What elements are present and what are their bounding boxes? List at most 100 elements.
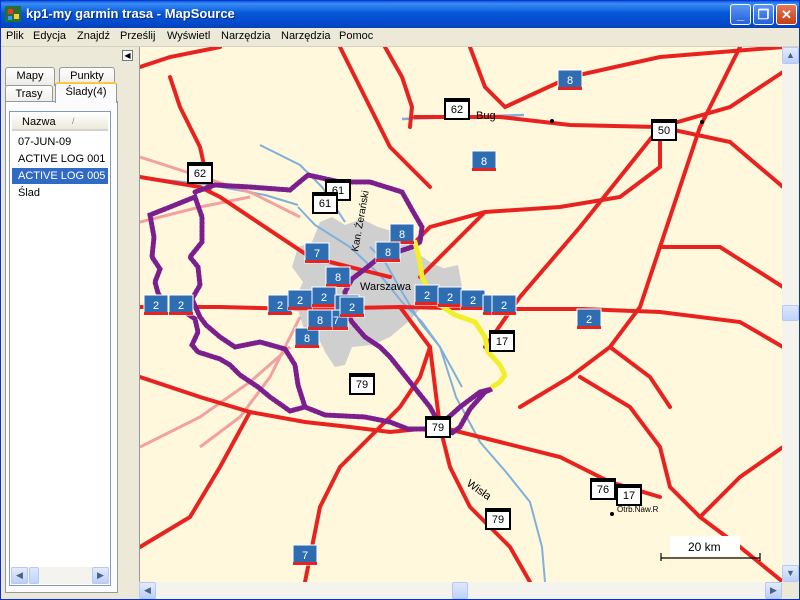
road-shield-s21: 8 bbox=[307, 309, 333, 331]
vertical-scroll-thumb[interactable] bbox=[782, 305, 799, 321]
road-shield-s23: 2 bbox=[460, 289, 486, 311]
road-shield-label: 79 bbox=[356, 379, 368, 391]
scroll-left-arrow-icon[interactable]: ◀ bbox=[11, 567, 28, 584]
mapsource-app-icon[interactable] bbox=[5, 6, 21, 22]
list-item[interactable]: ACTIVE LOG 001 bbox=[12, 151, 108, 167]
menu-znajdz[interactable]: Znajdź bbox=[77, 30, 110, 42]
scroll-down-arrow-icon[interactable]: ▼ bbox=[782, 565, 799, 582]
road-shield-label: 8 bbox=[481, 156, 487, 168]
road-shield-s2: 62 bbox=[444, 98, 470, 120]
menu-narzedzia-1[interactable]: Narzędzia bbox=[221, 30, 271, 42]
maximize-button[interactable]: ❐ bbox=[753, 4, 774, 25]
menu-wyswietl[interactable]: Wyświetl bbox=[167, 30, 210, 42]
road-shield-s29: 79 bbox=[349, 373, 375, 395]
road-shield-label: 2 bbox=[178, 300, 184, 312]
road-shield-label: 62 bbox=[194, 168, 206, 180]
road-shield-s3: 50 bbox=[651, 119, 677, 141]
road-shield-label: 8 bbox=[335, 272, 341, 284]
river-label-bug: Bug bbox=[476, 110, 496, 122]
road-shield-label: 2 bbox=[153, 300, 159, 312]
road-shield-s11: 8 bbox=[325, 266, 351, 288]
map-canvas[interactable]: 8625086261618788222222287822222217797976… bbox=[140, 47, 782, 582]
column-header-label: Nazwa bbox=[22, 116, 56, 128]
road-shield-s1: 8 bbox=[557, 69, 583, 91]
road-shield-label: 8 bbox=[317, 315, 323, 327]
road-shield-label: 2 bbox=[297, 295, 303, 307]
road-shield-label: 2 bbox=[349, 302, 355, 314]
road-shield-s32: 17 bbox=[616, 484, 642, 506]
road-shield-label: 8 bbox=[304, 333, 310, 345]
road-shield-label: 8 bbox=[567, 75, 573, 87]
scroll-up-arrow-icon[interactable]: ▲ bbox=[782, 47, 799, 64]
road-shield-s31: 76 bbox=[590, 478, 616, 500]
map-view[interactable]: 8625086261618788222222287822222217797976… bbox=[139, 47, 782, 582]
left-panel: ◀ Mapy Punkty Trasy Ślady(4) Nazwa / 07-… bbox=[1, 47, 138, 599]
road-shield-s8: 8 bbox=[389, 223, 415, 245]
road-shield-label: 2 bbox=[321, 292, 327, 304]
menu-plik[interactable]: Plik bbox=[6, 30, 24, 42]
road-shield-s33: 79 bbox=[485, 508, 511, 530]
road-shield-label: 79 bbox=[432, 422, 444, 434]
collapse-panel-button[interactable]: ◀ bbox=[122, 50, 133, 61]
scroll-thumb[interactable] bbox=[29, 567, 39, 584]
road-shield-label: 79 bbox=[492, 514, 504, 526]
road-shield-s28: 17 bbox=[489, 330, 515, 352]
menu-pomoc[interactable]: Pomoc bbox=[339, 30, 373, 42]
road-shield-s19: 8 bbox=[294, 327, 320, 349]
map-vertical-scrollbar[interactable]: ▲ ▼ bbox=[782, 47, 799, 582]
sort-indicator-icon: / bbox=[72, 116, 75, 126]
close-button[interactable]: ✕ bbox=[776, 4, 797, 25]
horizontal-scroll-thumb[interactable] bbox=[452, 582, 468, 599]
road-shield-s13: 2 bbox=[168, 294, 194, 316]
road-shield-s25: 2 bbox=[491, 294, 517, 316]
road-shield-label: 50 bbox=[658, 125, 670, 137]
road-shield-label: 7 bbox=[333, 315, 339, 327]
city-label-warszawa: Warszawa bbox=[360, 281, 412, 293]
title-bar[interactable]: kp1-my garmin trasa - MapSource _ ❐ ✕ bbox=[1, 1, 799, 28]
list-item[interactable]: Ślad bbox=[12, 185, 108, 201]
road-shield-label: 17 bbox=[496, 336, 508, 348]
list-item-selected[interactable]: ACTIVE LOG 005 bbox=[12, 168, 108, 184]
road-shield-s16: 2 bbox=[311, 286, 337, 308]
road-shield-label: 8 bbox=[385, 247, 391, 259]
scroll-right-arrow-icon[interactable]: ▶ bbox=[765, 582, 782, 599]
menu-edycja[interactable]: Edycja bbox=[33, 30, 66, 42]
road-shield-label: 2 bbox=[447, 292, 453, 304]
road-shield-label: 62 bbox=[451, 104, 463, 116]
road-shield-label: 7 bbox=[314, 248, 320, 260]
menu-narzedzia-2[interactable]: Narzędzia bbox=[281, 30, 331, 42]
scroll-left-arrow-icon[interactable]: ◀ bbox=[139, 582, 156, 599]
road-shield-label: 17 bbox=[623, 490, 635, 502]
list-item[interactable]: 07-JUN-09 bbox=[12, 134, 108, 150]
road-shield-s34: 7 bbox=[292, 544, 318, 566]
tab-mapy[interactable]: Mapy bbox=[5, 67, 55, 86]
road-shield-label: 76 bbox=[597, 484, 609, 496]
tab-slady[interactable]: Ślady(4) bbox=[55, 82, 117, 103]
town-label: Otrb.Naw.R bbox=[617, 505, 659, 514]
road-shield-s5: 62 bbox=[187, 162, 213, 184]
road-shield-s18: 2 bbox=[414, 284, 440, 306]
road-shield-s9: 7 bbox=[304, 242, 330, 264]
mapsource-window: kp1-my garmin trasa - MapSource _ ❐ ✕ Pl… bbox=[0, 0, 800, 600]
window-title: kp1-my garmin trasa - MapSource bbox=[26, 6, 235, 21]
column-header-nazwa[interactable]: Nazwa / bbox=[12, 113, 108, 131]
scroll-right-arrow-icon[interactable]: ▶ bbox=[92, 567, 109, 584]
menu-przeslij[interactable]: Prześlij bbox=[120, 30, 155, 42]
menu-bar: Plik Edycja Znajdź Prześlij Wyświetl Nar… bbox=[1, 28, 799, 47]
minimize-button[interactable]: _ bbox=[730, 4, 751, 25]
road-shield-label: 61 bbox=[319, 198, 331, 210]
road-shield-label: 2 bbox=[501, 300, 507, 312]
map-horizontal-scrollbar[interactable]: ◀ ▶ bbox=[139, 582, 782, 599]
scrollbar-corner bbox=[782, 582, 799, 599]
road-shield-s7: 61 bbox=[312, 192, 338, 214]
road-shield-s22: 2 bbox=[437, 286, 463, 308]
road-shield-s27: 2 bbox=[339, 296, 365, 318]
road-shield-s26: 2 bbox=[576, 308, 602, 330]
road-shield-label: 8 bbox=[399, 229, 405, 241]
road-shield-s12: 2 bbox=[143, 294, 169, 316]
list-horizontal-scrollbar[interactable]: ◀ ▶ bbox=[11, 567, 109, 584]
road-shield-s4: 8 bbox=[471, 150, 497, 172]
tracks-list[interactable]: Nazwa / 07-JUN-09 ACTIVE LOG 001 ACTIVE … bbox=[9, 111, 111, 586]
road-shield-label: 2 bbox=[424, 290, 430, 302]
road-shield-label: 2 bbox=[586, 314, 592, 326]
